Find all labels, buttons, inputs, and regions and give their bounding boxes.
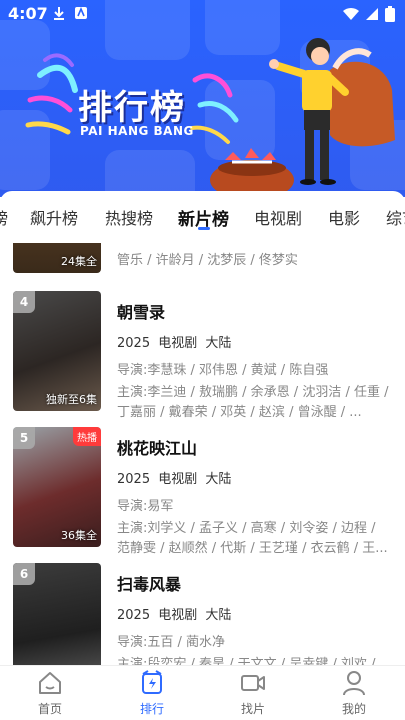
- cast-line: 管乐 / 许龄月 / 沈梦辰 / 佟梦实: [117, 253, 298, 268]
- cast-line: 主演:刘学义 / 孟子义 / 高寒 / 刘令姿 / 边程 / 范静雯 / 赵顺然…: [117, 519, 392, 559]
- list-item[interactable]: 6 扫毒风暴 2025 电视剧 大陆 导演:五百 / 蔺水净 主演:段奕宏 / …: [0, 563, 405, 665]
- poster-image: 6: [13, 563, 101, 665]
- ranking-banner: 4:07 排行榜 PAI HANG BANG: [0, 0, 405, 197]
- director-label: 导演:: [117, 363, 148, 378]
- year: 2025: [117, 472, 151, 487]
- bottom-navigation: 首页 排行 找片 我的: [0, 665, 405, 720]
- nav-find-label: 找片: [240, 702, 265, 716]
- cast-label: 主演:: [117, 657, 148, 665]
- director-names: 易军: [147, 499, 174, 514]
- active-tab-indicator: [198, 227, 210, 230]
- list-item[interactable]: 24集全 管乐 / 许龄月 / 沈梦辰 / 佟梦实: [0, 243, 405, 283]
- poster-image: 24集全: [13, 243, 101, 273]
- region: 大陆: [205, 472, 232, 487]
- list-item[interactable]: 4 独新至6集 朝雪录 2025 电视剧 大陆 导演:李慧珠 / 邓伟恩 / 黄…: [0, 291, 405, 420]
- nav-home-label: 首页: [37, 702, 62, 716]
- director-line: 导演:五百 / 蔺水净: [117, 633, 392, 653]
- cast-names: 段奕宏 / 秦昊 / 于文文 / 吴幸键 / 刘欢 /: [147, 657, 376, 665]
- wifi-icon: [343, 7, 359, 21]
- year: 2025: [117, 608, 151, 623]
- battery-icon: [385, 6, 395, 22]
- cast-line: 主演:李兰迪 / 敖瑞鹏 / 余承恩 / 沈羽洁 / 任重 / 丁嘉丽 / 戴春…: [117, 383, 392, 423]
- tab-soaring[interactable]: 飙升榜: [30, 205, 78, 229]
- director-label: 导演:: [117, 499, 148, 514]
- category-tabs: 榜 飙升榜 热搜榜 新片榜 电视剧 电影 综艺: [0, 191, 405, 237]
- home-icon: [39, 672, 61, 694]
- user-icon: [343, 671, 365, 696]
- status-bar: 4:07: [0, 0, 405, 28]
- cast-label: 主演:: [117, 385, 148, 400]
- cast-names: 刘学义 / 孟子义 / 高寒 / 刘令姿 / 边程 / 范静雯 / 赵顺然 / …: [117, 521, 388, 556]
- director-names: 五百 / 蔺水净: [147, 635, 226, 650]
- year: 2025: [117, 336, 151, 351]
- video-camera-icon: [241, 675, 265, 691]
- status-time: 4:07: [8, 4, 48, 23]
- nav-profile[interactable]: 我的: [324, 670, 384, 717]
- rank-badge: 6: [13, 563, 35, 585]
- item-title[interactable]: 桃花映江山: [117, 435, 392, 459]
- region: 大陆: [205, 336, 232, 351]
- cast-names: 李兰迪 / 敖瑞鹏 / 余承恩 / 沈羽洁 / 任重 / 丁嘉丽 / 戴春荣 /…: [117, 385, 389, 420]
- tab-variety[interactable]: 综艺: [386, 205, 405, 229]
- ranking-icon: [142, 670, 162, 694]
- nav-find[interactable]: 找片: [223, 670, 283, 717]
- nav-profile-label: 我的: [341, 702, 366, 716]
- download-icon: [54, 7, 64, 20]
- tab-hot-search[interactable]: 热搜榜: [105, 205, 153, 229]
- genre: 电视剧: [158, 608, 198, 623]
- nav-ranking[interactable]: 排行: [122, 670, 182, 717]
- item-title[interactable]: 朝雪录: [117, 299, 392, 323]
- item-meta: 2025 电视剧 大陆: [117, 468, 392, 487]
- banner-subtitle: PAI HANG BANG: [80, 124, 194, 138]
- tab-tv-series[interactable]: 电视剧: [254, 205, 302, 229]
- director-line: 导演:易军: [117, 497, 392, 517]
- episode-count: 36集全: [61, 529, 97, 542]
- nav-home[interactable]: 首页: [20, 670, 80, 717]
- tab-movies[interactable]: 电影: [328, 205, 360, 229]
- genre: 电视剧: [158, 336, 198, 351]
- list-item[interactable]: 5 热播 36集全 桃花映江山 2025 电视剧 大陆 导演:易军 主演:刘学义…: [0, 427, 405, 556]
- hot-badge: 热播: [73, 427, 101, 446]
- nav-ranking-label: 排行: [139, 702, 164, 716]
- genre: 电视剧: [158, 472, 198, 487]
- item-title[interactable]: 扫毒风暴: [117, 571, 392, 595]
- episode-count: 独新至6集: [46, 393, 97, 406]
- cast-line: 主演:段奕宏 / 秦昊 / 于文文 / 吴幸键 / 刘欢 /: [117, 655, 392, 665]
- app-notification-icon: [75, 6, 87, 19]
- item-meta: 2025 电视剧 大陆: [117, 604, 392, 623]
- signal-icon: [366, 8, 378, 20]
- poster-image: 4 独新至6集: [13, 291, 101, 411]
- rank-badge: 5: [13, 427, 35, 449]
- item-meta: 2025 电视剧 大陆: [117, 332, 392, 351]
- director-names: 李慧珠 / 邓伟恩 / 黄斌 / 陈自强: [147, 363, 329, 378]
- tab-partial-left[interactable]: 榜: [0, 205, 8, 229]
- region: 大陆: [205, 608, 232, 623]
- rank-badge: 4: [13, 291, 35, 313]
- director-line: 导演:李慧珠 / 邓伟恩 / 黄斌 / 陈自强: [117, 361, 392, 381]
- banner-illustration: [25, 38, 395, 197]
- banner-title: 排行榜: [78, 88, 186, 128]
- episode-count: 24集全: [61, 255, 97, 268]
- poster-image: 5 热播 36集全: [13, 427, 101, 547]
- director-label: 导演:: [117, 635, 148, 650]
- ranking-list: 24集全 管乐 / 许龄月 / 沈梦辰 / 佟梦实 4 独新至6集 朝雪录 20…: [0, 243, 405, 665]
- cast-label: 主演:: [117, 521, 148, 536]
